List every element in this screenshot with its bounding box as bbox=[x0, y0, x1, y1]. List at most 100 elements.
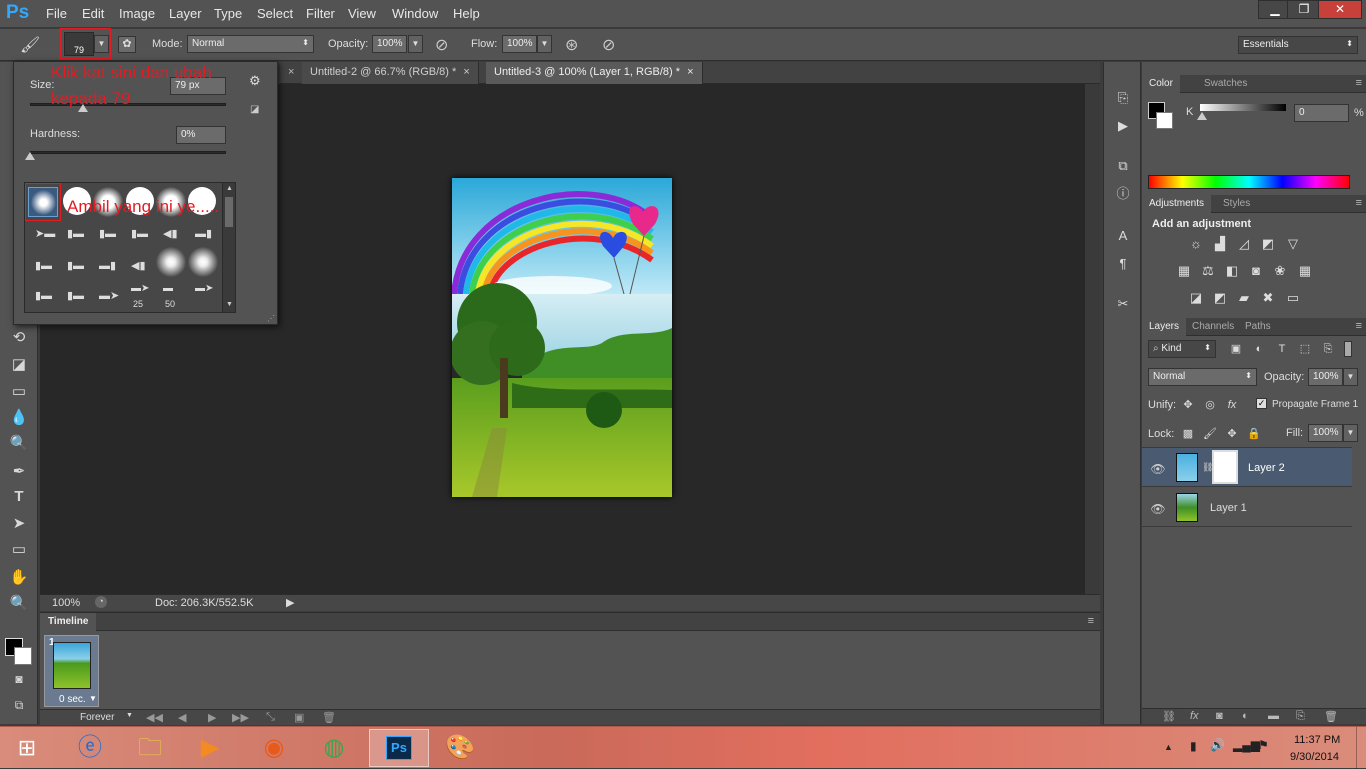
k-slider-thumb[interactable] bbox=[1197, 112, 1207, 120]
scroll-down-icon[interactable]: ▼ bbox=[226, 301, 233, 308]
color-background-swatch[interactable] bbox=[1156, 112, 1173, 129]
play-icon[interactable]: ▶ bbox=[208, 711, 216, 724]
tab-layers[interactable]: Layers bbox=[1142, 318, 1187, 336]
visibility-eye-icon[interactable]: 👁 bbox=[1150, 462, 1166, 476]
path-selection-icon[interactable]: ➤ bbox=[6, 514, 32, 536]
layer-mask-thumbnail[interactable] bbox=[1212, 450, 1238, 484]
timeline-title[interactable]: Timeline bbox=[40, 613, 97, 631]
actions-icon[interactable]: ▶ bbox=[1115, 118, 1131, 134]
blend-mode-select[interactable]: Normal ⬍ bbox=[1148, 368, 1257, 386]
tab-channels[interactable]: Channels bbox=[1185, 318, 1241, 336]
brush-tool-icon[interactable]: 🖌 bbox=[20, 35, 42, 55]
hue-saturation-icon[interactable]: ▦ bbox=[1176, 263, 1192, 279]
network-icon[interactable]: ▂▄▆ bbox=[1233, 738, 1260, 752]
lock-transparent-icon[interactable]: ▩ bbox=[1180, 426, 1196, 442]
pen-icon[interactable]: ✒ bbox=[6, 462, 32, 484]
paragraph-icon[interactable]: ¶ bbox=[1115, 256, 1131, 272]
start-windows-icon[interactable]: ⊞ bbox=[0, 730, 54, 766]
filter-smart-object-icon[interactable]: ⎘ bbox=[1320, 341, 1336, 357]
rectangle-icon[interactable]: ▭ bbox=[6, 540, 32, 562]
delete-frame-icon[interactable]: 🗑 bbox=[322, 711, 336, 724]
document-canvas[interactable] bbox=[450, 178, 672, 497]
airbrush-icon[interactable]: ⊛ bbox=[565, 35, 578, 55]
next-frame-icon[interactable]: ▶▶ bbox=[232, 711, 249, 724]
brush-preset-soft-round[interactable] bbox=[156, 247, 186, 277]
tab-close-icon[interactable]: × bbox=[463, 66, 469, 78]
layer-opacity-dropdown-icon[interactable]: ▼ bbox=[1343, 368, 1358, 386]
tab-close-icon[interactable]: × bbox=[687, 66, 693, 78]
frame-delay[interactable]: 0 sec. bbox=[59, 694, 86, 705]
unify-visibility-icon[interactable]: ◎ bbox=[1202, 397, 1218, 413]
hardness-slider[interactable] bbox=[30, 151, 226, 154]
lock-image-icon[interactable]: 🖌 bbox=[1202, 426, 1218, 442]
action-center-icon[interactable]: ⚑ bbox=[1258, 738, 1269, 752]
tab-close-icon[interactable]: × bbox=[288, 66, 294, 78]
character-icon[interactable]: A bbox=[1115, 228, 1131, 244]
tab-swatches[interactable]: Swatches bbox=[1197, 75, 1254, 93]
blur-icon[interactable]: 💧 bbox=[6, 408, 32, 430]
hand-icon[interactable]: ✋ bbox=[6, 568, 32, 590]
layer-name[interactable]: Layer 2 bbox=[1248, 462, 1285, 474]
brush-preset-icon[interactable]: ➤▬ bbox=[35, 227, 55, 240]
brush-preset-icon[interactable]: ▮▬ bbox=[67, 259, 84, 272]
zoom-level[interactable]: 100% bbox=[52, 597, 80, 609]
link-layers-icon[interactable]: ⛓ bbox=[1162, 710, 1176, 723]
new-preset-icon[interactable]: ◪ bbox=[250, 104, 259, 115]
panel-menu-icon[interactable]: ≡ bbox=[1356, 320, 1362, 332]
layer-row[interactable]: 👁 ⛓ Layer 2 bbox=[1142, 448, 1352, 487]
paint-icon[interactable]: 🎨 bbox=[432, 730, 488, 766]
black-white-icon[interactable]: ◧ bbox=[1224, 263, 1240, 279]
brush-preset-icon[interactable]: ▬ bbox=[163, 283, 173, 294]
menu-image[interactable]: Image bbox=[119, 6, 155, 21]
threshold-icon[interactable]: ▰ bbox=[1236, 290, 1252, 306]
menu-select[interactable]: Select bbox=[257, 6, 293, 21]
menu-view[interactable]: View bbox=[348, 6, 376, 21]
vibrance-icon[interactable]: ▽ bbox=[1285, 236, 1301, 252]
menu-type[interactable]: Type bbox=[214, 6, 242, 21]
clock-time[interactable]: 11:37 PM bbox=[1294, 734, 1340, 746]
first-frame-icon[interactable]: ◀◀ bbox=[146, 711, 163, 724]
screen-mode-icon[interactable]: ⧉ bbox=[6, 698, 32, 720]
flow-input[interactable]: 100% bbox=[502, 35, 537, 53]
tab-untitled-2[interactable]: Untitled-2 @ 66.7% (RGB/8) * × bbox=[302, 62, 479, 84]
show-hidden-icons[interactable]: ▲ bbox=[1164, 742, 1173, 752]
brush-preset-picker[interactable]: 79 bbox=[64, 32, 94, 56]
curves-icon[interactable]: ◿ bbox=[1236, 236, 1252, 252]
channel-mixer-icon[interactable]: ❀ bbox=[1272, 263, 1288, 279]
scroll-up-icon[interactable]: ▲ bbox=[226, 185, 233, 192]
new-group-icon[interactable]: ▬ bbox=[1268, 710, 1279, 722]
tool-presets-icon[interactable]: ✂ bbox=[1115, 296, 1131, 312]
photoshop-taskbar-button[interactable]: Ps bbox=[369, 729, 429, 767]
exposure-icon[interactable]: ◩ bbox=[1260, 236, 1276, 252]
layer-opacity-input[interactable]: 100% bbox=[1308, 368, 1343, 386]
info-icon[interactable]: ⓘ bbox=[1115, 186, 1131, 202]
brush-preset-soft-round-selected[interactable] bbox=[28, 187, 58, 217]
firefox-icon[interactable]: ◉ bbox=[246, 730, 302, 766]
panel-menu-icon[interactable]: ≡ bbox=[1356, 197, 1362, 209]
type-icon[interactable]: T bbox=[6, 488, 32, 510]
background-color-swatch[interactable] bbox=[14, 647, 32, 665]
filter-shape-icon[interactable]: ⬚ bbox=[1297, 341, 1313, 357]
volume-icon[interactable]: 🔊 bbox=[1210, 738, 1225, 752]
canvas-scrollbar[interactable] bbox=[1085, 84, 1100, 594]
menu-edit[interactable]: Edit bbox=[82, 6, 104, 21]
unify-style-icon[interactable]: fx bbox=[1224, 397, 1240, 413]
delete-layer-icon[interactable]: 🗑 bbox=[1324, 710, 1338, 723]
layer-row[interactable]: 👁 Layer 1 bbox=[1142, 488, 1352, 527]
brush-preset-icon[interactable]: ▮▬ bbox=[35, 259, 52, 272]
dodge-icon[interactable]: 🔍 bbox=[6, 434, 32, 456]
k-value-input[interactable]: 0 bbox=[1294, 104, 1349, 122]
panel-menu-icon[interactable]: ≡ bbox=[1356, 77, 1362, 89]
visibility-eye-icon[interactable]: 👁 bbox=[1150, 502, 1166, 516]
filter-type-icon[interactable]: T bbox=[1274, 341, 1290, 357]
panel-menu-icon[interactable]: ≡ bbox=[1088, 615, 1094, 627]
status-menu-arrow-icon[interactable]: ▶ bbox=[286, 596, 294, 609]
filter-adjustment-icon[interactable]: ◐ bbox=[1251, 341, 1267, 357]
internet-explorer-icon[interactable]: ⓔ bbox=[62, 730, 118, 766]
brush-preset-icon[interactable]: ▮▬ bbox=[131, 227, 148, 240]
file-explorer-icon[interactable]: 🗀 bbox=[122, 730, 178, 766]
close-button[interactable]: ✕ bbox=[1318, 0, 1362, 19]
new-layer-icon[interactable]: ⎘ bbox=[1296, 710, 1305, 723]
presets-scrollbar[interactable]: ▲ ▼ bbox=[222, 183, 235, 312]
tab-paths[interactable]: Paths bbox=[1238, 318, 1278, 336]
